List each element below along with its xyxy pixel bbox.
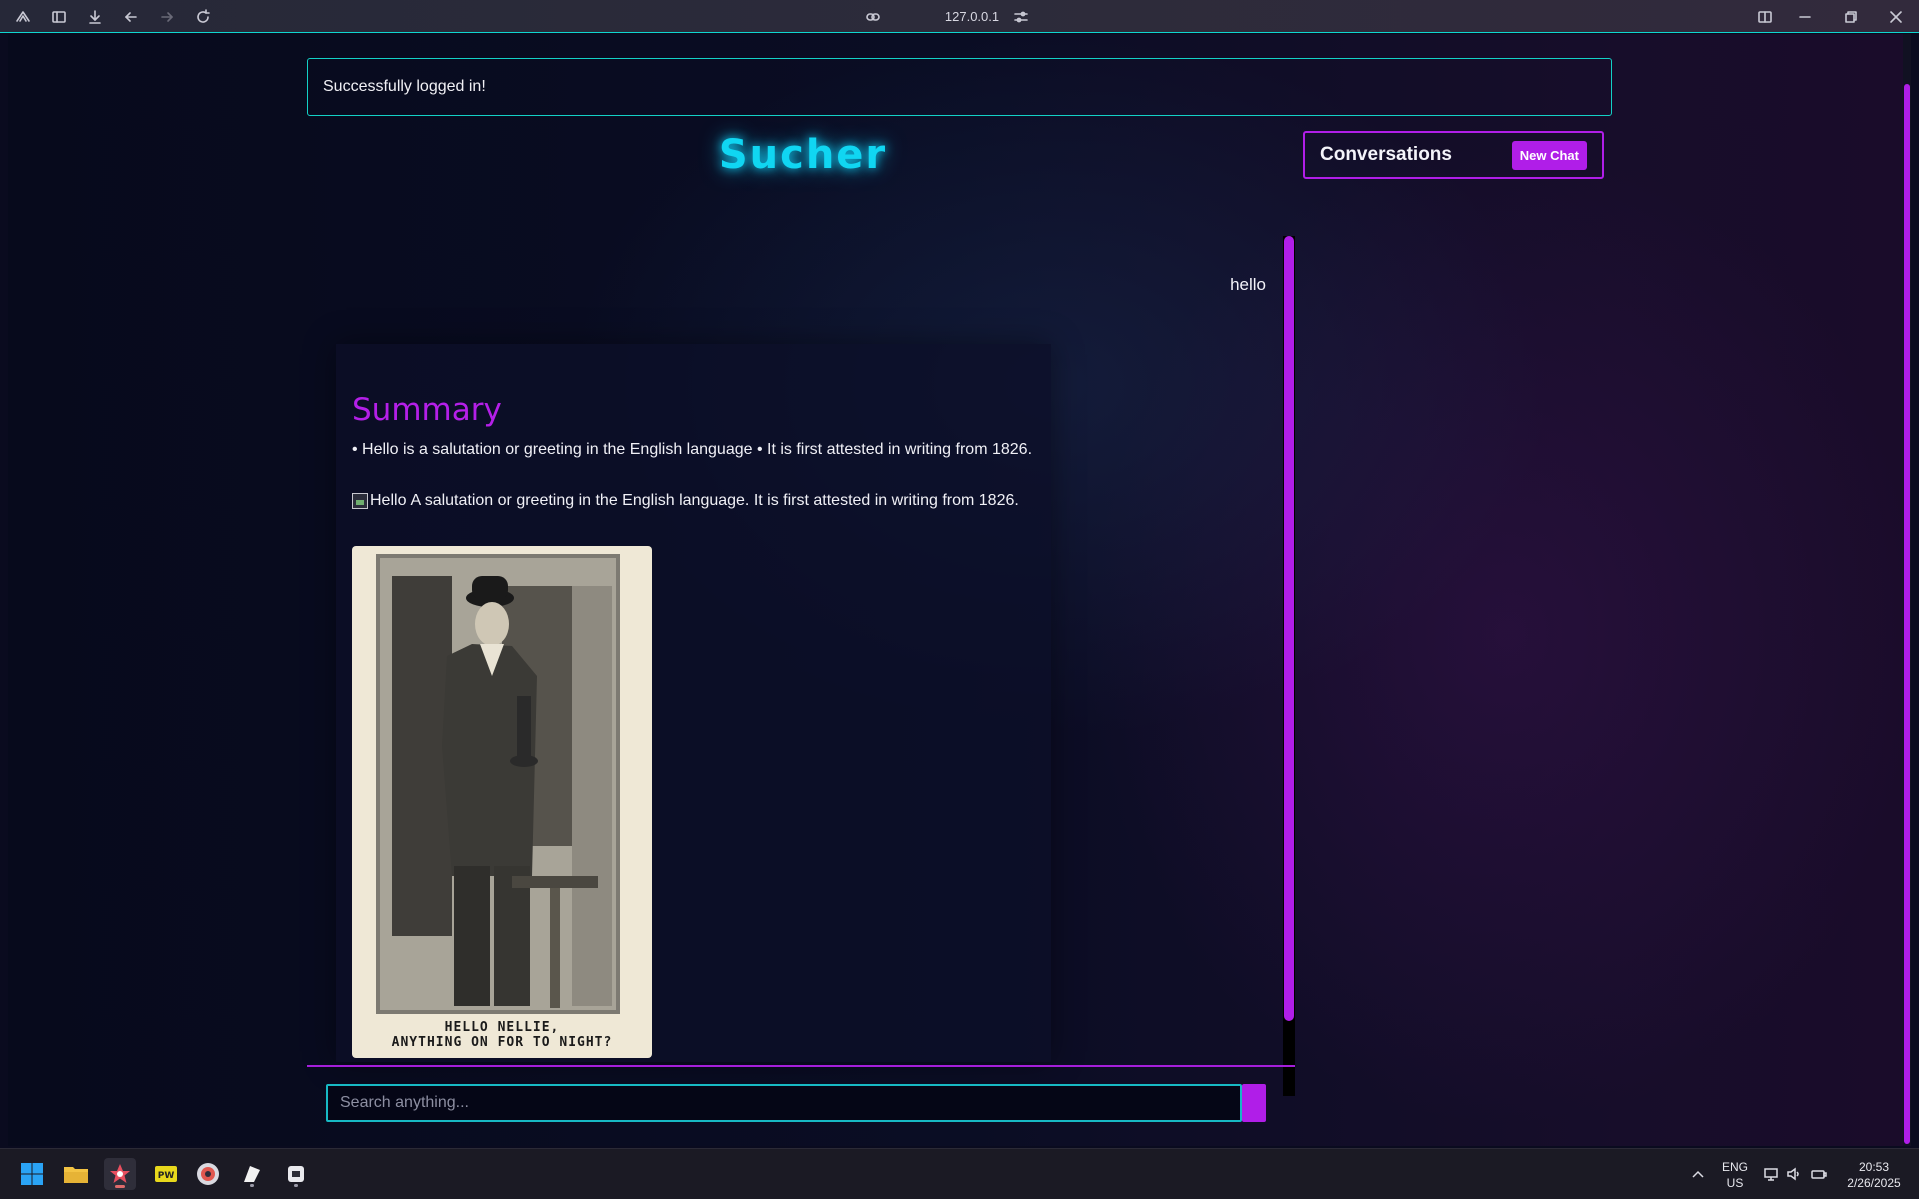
reload-icon[interactable] — [190, 4, 216, 30]
summary-text: • Hello is a salutation or greeting in t… — [352, 441, 1033, 458]
download-icon[interactable] — [82, 4, 108, 30]
network-icon[interactable] — [1763, 1166, 1779, 1187]
page-scrollbar[interactable] — [1903, 34, 1911, 1146]
language-line1: ENG — [1721, 1160, 1748, 1174]
restore-icon[interactable] — [1838, 4, 1864, 30]
answer-card: Summary • Hello is a salutation or greet… — [336, 344, 1051, 1062]
app-icon-box[interactable] — [280, 1158, 312, 1190]
app-icon-round[interactable] — [192, 1158, 224, 1190]
back-icon[interactable] — [118, 4, 144, 30]
image-caption-text: A salutation or greeting in the English … — [410, 492, 1019, 509]
search-submit-button[interactable] — [1242, 1084, 1266, 1122]
image-caption: Hello A salutation or greeting in the En… — [352, 492, 1052, 510]
browser-toolbar: 127.0.0.1 — [0, 0, 1919, 33]
svg-text:PW: PW — [158, 1171, 175, 1181]
taskbar: PW ENG US 20:53 2/26/2025 — [0, 1148, 1919, 1199]
clock[interactable]: 20:53 2/26/2025 — [1838, 1159, 1910, 1191]
search-input[interactable] — [326, 1084, 1242, 1122]
postcard-caption: HELLO NELLIE, ANYTHING ON FOR TO NIGHT? — [352, 1020, 652, 1050]
language-line2: US — [1726, 1176, 1744, 1190]
search-bar — [326, 1084, 1268, 1122]
broken-image-icon — [352, 493, 368, 509]
battery-icon[interactable] — [1811, 1166, 1827, 1187]
conversations-panel: Conversations New Chat — [1303, 131, 1604, 179]
language-indicator[interactable]: ENG US — [1720, 1159, 1750, 1191]
postcard-illustration — [376, 554, 620, 1014]
link-icon[interactable] — [860, 4, 886, 30]
windows-start-icon[interactable] — [16, 1158, 48, 1190]
chat-scrollbar-thumb[interactable] — [1284, 236, 1294, 1021]
chat-area: hello Summary • Hello is a salutation or… — [326, 202, 1292, 1062]
conversations-title: Conversations — [1320, 144, 1452, 165]
browser-app-icon[interactable] — [104, 1158, 136, 1190]
sidebar-toggle-icon[interactable] — [46, 4, 72, 30]
image-alt-text: Hello — [370, 492, 407, 509]
active-app-indicator — [115, 1185, 125, 1188]
running-app-indicator — [250, 1184, 254, 1187]
close-icon[interactable] — [1883, 4, 1909, 30]
chevron-up-icon[interactable] — [1690, 1166, 1706, 1187]
minimize-icon[interactable] — [1792, 4, 1818, 30]
summary-heading: Summary — [352, 392, 502, 428]
clock-time: 20:53 — [1858, 1160, 1890, 1174]
flash-message: Successfully logged in! — [307, 58, 1612, 116]
volume-icon[interactable] — [1786, 1166, 1802, 1187]
postcard-caption-line1: HELLO NELLIE, — [444, 1020, 560, 1035]
clock-date: 2/26/2025 — [1847, 1176, 1901, 1190]
page-viewport: Successfully logged in! Sucher Conversat… — [8, 34, 1911, 1146]
page-scrollbar-thumb[interactable] — [1904, 84, 1910, 1144]
postcard-caption-line2: ANYTHING ON FOR TO NIGHT? — [391, 1035, 613, 1050]
user-message: hello — [1230, 275, 1266, 294]
app-icon-yellow[interactable]: PW — [150, 1158, 182, 1190]
browser-menu-icon[interactable] — [10, 4, 36, 30]
hello-postcard-image[interactable]: HELLO NELLIE, ANYTHING ON FOR TO NIGHT? — [352, 546, 652, 1058]
file-explorer-icon[interactable] — [60, 1158, 92, 1190]
app-icon-penguin[interactable] — [236, 1158, 268, 1190]
new-chat-button[interactable]: New Chat — [1511, 140, 1587, 170]
split-view-icon[interactable] — [1752, 4, 1778, 30]
forward-icon[interactable] — [154, 4, 180, 30]
chat-divider — [307, 1065, 1295, 1067]
running-app-indicator — [294, 1184, 298, 1187]
site-settings-icon[interactable] — [1008, 4, 1034, 30]
chat-scrollbar[interactable] — [1283, 236, 1295, 1096]
brand-title: Sucher — [718, 132, 888, 178]
